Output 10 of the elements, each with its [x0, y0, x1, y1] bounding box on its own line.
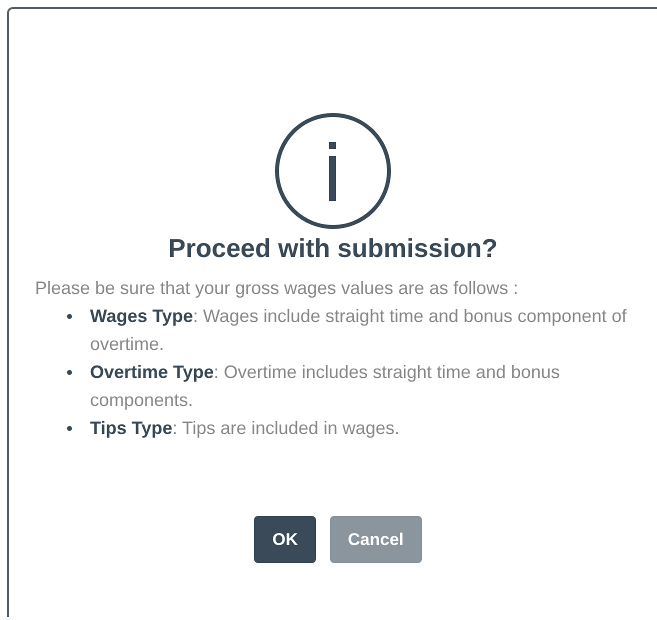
- ok-button[interactable]: OK: [254, 516, 316, 563]
- list-item-text: Wages Type: Wages include straight time and bonus component of overtime.: [90, 305, 628, 356]
- bullet-icon: [67, 314, 72, 319]
- bullet-icon: [67, 370, 72, 375]
- dialog-title: Proceed with submission?: [168, 232, 498, 264]
- bullet-icon: [67, 426, 72, 431]
- list-item-text: Overtime Type: Overtime includes straight time and bonus components.: [90, 361, 561, 412]
- info-icon: [274, 112, 392, 230]
- list-item-text: Tips Type: Tips are included in wages.: [90, 417, 400, 440]
- dialog-message: Please be sure that your gross wages values are as follows :: [35, 277, 520, 300]
